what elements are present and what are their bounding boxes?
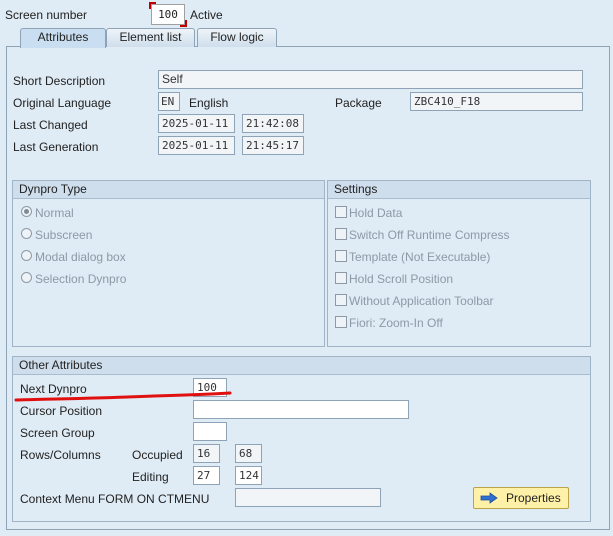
checkbox-switch-off-runtime-compress-label: Switch Off Runtime Compress	[349, 228, 510, 242]
occupied-cols-field[interactable]: 68	[235, 444, 262, 463]
last-changed-date-field[interactable]: 2025-01-11	[158, 114, 235, 133]
screen-group-label: Screen Group	[20, 426, 95, 440]
language-name: English	[189, 96, 229, 110]
last-generation-label: Last Generation	[13, 140, 99, 154]
tab-attributes[interactable]: Attributes	[20, 28, 106, 48]
tab-flow-logic[interactable]: Flow logic	[197, 28, 277, 47]
checkbox-hold-scroll-position-label: Hold Scroll Position	[349, 272, 454, 286]
editing-label: Editing	[132, 470, 169, 484]
occupied-rows-field[interactable]: 16	[193, 444, 220, 463]
short-description-label: Short Description	[13, 74, 106, 88]
checkbox-hold-data-label: Hold Data	[349, 206, 403, 220]
checkbox-without-app-toolbar[interactable]	[335, 294, 347, 306]
context-menu-field[interactable]	[235, 488, 381, 507]
editing-cols-field[interactable]: 124	[235, 466, 262, 485]
radio-selection-dynpro[interactable]	[21, 272, 32, 283]
language-code-field[interactable]: EN	[158, 92, 180, 111]
checkbox-template-label: Template (Not Executable)	[349, 250, 491, 264]
checkbox-template[interactable]	[335, 250, 347, 262]
rows-columns-label: Rows/Columns	[20, 448, 101, 462]
checkbox-without-app-toolbar-label: Without Application Toolbar	[349, 294, 494, 308]
checkbox-switch-off-runtime-compress[interactable]	[335, 228, 347, 240]
dynpro-type-title: Dynpro Type	[13, 181, 324, 199]
radio-modal-dialog-label: Modal dialog box	[35, 250, 126, 264]
editing-rows-field[interactable]: 27	[193, 466, 220, 485]
radio-subscreen[interactable]	[21, 228, 32, 239]
last-generation-time-field[interactable]: 21:45:17	[242, 136, 304, 155]
screen-number-label: Screen number	[5, 8, 88, 22]
properties-button-label: Properties	[506, 491, 561, 505]
radio-normal-label: Normal	[35, 206, 74, 220]
radio-modal-dialog[interactable]	[21, 250, 32, 261]
original-language-label: Original Language	[13, 96, 112, 110]
status-text: Active	[190, 8, 223, 22]
checkbox-fiori-zoom-in-off[interactable]	[335, 316, 347, 328]
occupied-label: Occupied	[132, 448, 183, 462]
short-description-field[interactable]: Self	[158, 70, 583, 89]
cursor-position-label: Cursor Position	[20, 404, 103, 418]
other-attributes-title: Other Attributes	[13, 357, 590, 375]
last-changed-label: Last Changed	[13, 118, 88, 132]
screen-number-field[interactable]: 100	[149, 2, 187, 27]
radio-normal[interactable]	[21, 206, 32, 217]
context-menu-label: Context Menu FORM ON CTMENU	[20, 492, 210, 506]
checkbox-hold-scroll-position[interactable]	[335, 272, 347, 284]
radio-selection-dynpro-label: Selection Dynpro	[35, 272, 127, 286]
cursor-position-field[interactable]	[193, 400, 409, 419]
checkbox-fiori-zoom-in-off-label: Fiori: Zoom-In Off	[349, 316, 443, 330]
package-label: Package	[335, 96, 382, 110]
screen-group-field[interactable]	[193, 422, 227, 441]
arrow-right-icon	[480, 492, 498, 504]
checkbox-hold-data[interactable]	[335, 206, 347, 218]
settings-title: Settings	[328, 181, 590, 199]
properties-button[interactable]: Properties	[473, 487, 569, 509]
radio-subscreen-label: Subscreen	[35, 228, 93, 242]
package-field[interactable]: ZBC410_F18	[410, 92, 583, 111]
last-changed-time-field[interactable]: 21:42:08	[242, 114, 304, 133]
last-generation-date-field[interactable]: 2025-01-11	[158, 136, 235, 155]
tab-element-list[interactable]: Element list	[106, 28, 195, 47]
